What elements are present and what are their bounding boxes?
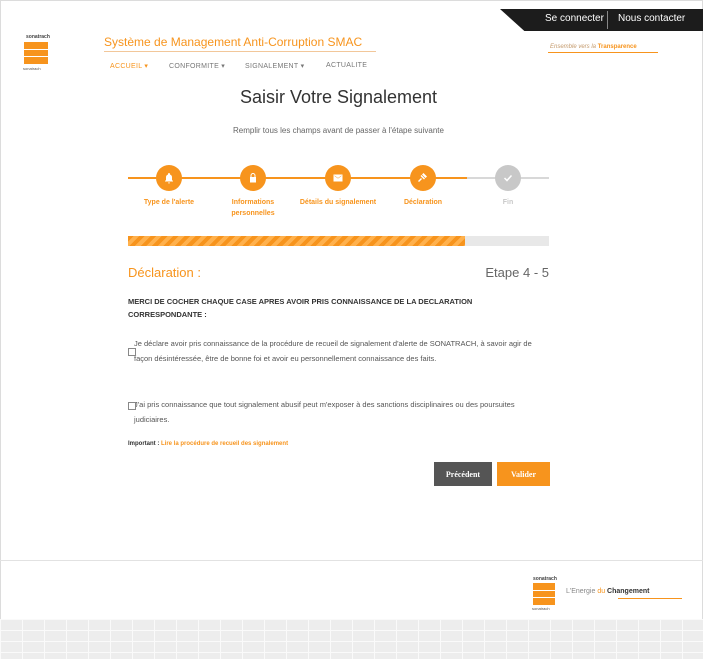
lock-icon bbox=[250, 173, 256, 183]
nav-accueil[interactable]: ACCUEIL ▾ bbox=[110, 62, 148, 70]
step-indicator: Etape 4 - 5 bbox=[485, 265, 549, 280]
submit-button[interactable]: Valider bbox=[497, 462, 550, 486]
footer-slogan-du: du bbox=[597, 588, 608, 595]
important-note: Important : Lire la procédure de recueil… bbox=[128, 441, 288, 447]
header-slogan: Ensemble vers la Transparence bbox=[550, 44, 637, 50]
logo-wordmark: sonatrach bbox=[26, 34, 50, 40]
step-1-label: Type de l'alerte bbox=[143, 199, 195, 206]
progress-bar bbox=[128, 236, 549, 246]
footer-pattern bbox=[0, 619, 703, 659]
footer-sonatrach-logo bbox=[533, 583, 555, 605]
declaration-notice: MERCI DE COCHER CHAQUE CASE APRES AVOIR … bbox=[128, 297, 473, 319]
check-icon bbox=[503, 174, 513, 182]
page-title: Saisir Votre Signalement bbox=[239, 87, 438, 107]
declaration-checkbox-2[interactable] bbox=[128, 402, 136, 410]
slogan-prefix: Ensemble vers la bbox=[550, 44, 598, 50]
footer-logo-subtitle: sonatrach bbox=[532, 606, 550, 611]
procedure-link[interactable]: Lire la procédure de recueil des signale… bbox=[161, 441, 288, 447]
title-underline bbox=[104, 51, 376, 52]
footer-slogan: L'Energie du Changement bbox=[566, 588, 649, 595]
step-5-fin[interactable] bbox=[495, 165, 521, 191]
step-4-label: Déclaration bbox=[403, 199, 443, 206]
sonatrach-logo[interactable] bbox=[24, 42, 48, 64]
declaration-item-1: Je déclare avoir pris connaissance de la… bbox=[128, 336, 552, 366]
logo-subtitle: sonatrach bbox=[23, 66, 41, 71]
footer-slogan-emphasis: Changement bbox=[607, 588, 650, 595]
step-3-label: Détails du signalement bbox=[299, 199, 377, 206]
login-link[interactable]: Se connecter bbox=[545, 13, 604, 24]
important-label: Important : bbox=[128, 441, 160, 447]
nav-signalement[interactable]: SIGNALEMENT ▾ bbox=[245, 62, 304, 70]
declaration-text-2: J'ai pris connaissance que tout signalem… bbox=[134, 400, 515, 424]
step-1-type-alerte[interactable] bbox=[156, 165, 182, 191]
nav-conformite[interactable]: CONFORMITE ▾ bbox=[169, 62, 225, 70]
footer-logo-wordmark: sonatrach bbox=[533, 576, 557, 582]
section-title: Déclaration : bbox=[128, 265, 201, 280]
envelope-icon bbox=[333, 174, 343, 182]
progress-bar-fill bbox=[128, 236, 465, 246]
declaration-text-1: Je déclare avoir pris connaissance de la… bbox=[134, 339, 532, 363]
contact-link[interactable]: Nous contacter bbox=[618, 13, 685, 24]
previous-button[interactable]: Précédent bbox=[434, 462, 492, 486]
gavel-icon bbox=[418, 173, 427, 182]
footer-separator bbox=[0, 560, 703, 561]
step-4-declaration[interactable] bbox=[410, 165, 436, 191]
footer-slogan-prefix: L'Energie bbox=[566, 588, 598, 595]
nav-actualite[interactable]: ACTUALITE bbox=[326, 62, 367, 69]
form-instructions: Remplir tous les champs avant de passer … bbox=[233, 126, 444, 135]
declaration-checkbox-1[interactable] bbox=[128, 348, 136, 356]
top-bar-separator bbox=[607, 11, 608, 29]
footer-slogan-underline bbox=[618, 598, 682, 599]
site-title[interactable]: Système de Management Anti-Corruption SM… bbox=[104, 35, 362, 49]
slogan-underline bbox=[548, 52, 658, 53]
bell-icon bbox=[165, 173, 173, 184]
slogan-emphasis: Transparence bbox=[597, 44, 637, 50]
step-2-informations[interactable] bbox=[240, 165, 266, 191]
step-2-label: Informations personnelles bbox=[231, 199, 275, 217]
declaration-item-2: J'ai pris connaissance que tout signalem… bbox=[128, 397, 552, 427]
step-5-label: Fin bbox=[502, 199, 514, 206]
step-3-details[interactable] bbox=[325, 165, 351, 191]
